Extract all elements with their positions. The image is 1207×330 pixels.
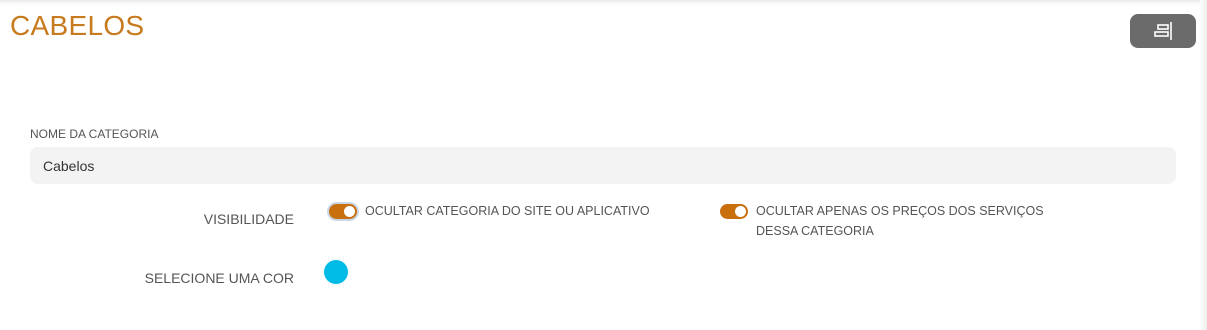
toggle-knob: [344, 206, 355, 217]
hide-category-label: OCULTAR CATEGORIA DO SITE OU APLICATIVO: [365, 204, 650, 218]
hide-category-toggle[interactable]: [329, 204, 357, 219]
toggle-knob: [735, 206, 746, 217]
page-title: CABELOS: [10, 10, 145, 41]
category-name-input[interactable]: [30, 147, 1176, 184]
select-color-label: SELECIONE UMA COR: [144, 270, 294, 286]
hide-prices-label: OCULTAR APENAS OS PREÇOS DOS SERVIÇOS DE…: [756, 204, 1044, 238]
color-picker-swatch[interactable]: [324, 260, 348, 284]
hide-prices-toggle[interactable]: [720, 204, 748, 219]
visibility-label: VISIBILIDADE: [203, 211, 294, 227]
align-right-button[interactable]: [1130, 14, 1196, 48]
align-right-icon: [1154, 22, 1172, 40]
category-edit-panel: CABELOS NOME DA CATEGORIA VISIBILIDADE O…: [0, 0, 1207, 330]
scrollbar-track: [1200, 0, 1207, 330]
category-name-label: NOME DA CATEGORIA: [30, 127, 159, 141]
